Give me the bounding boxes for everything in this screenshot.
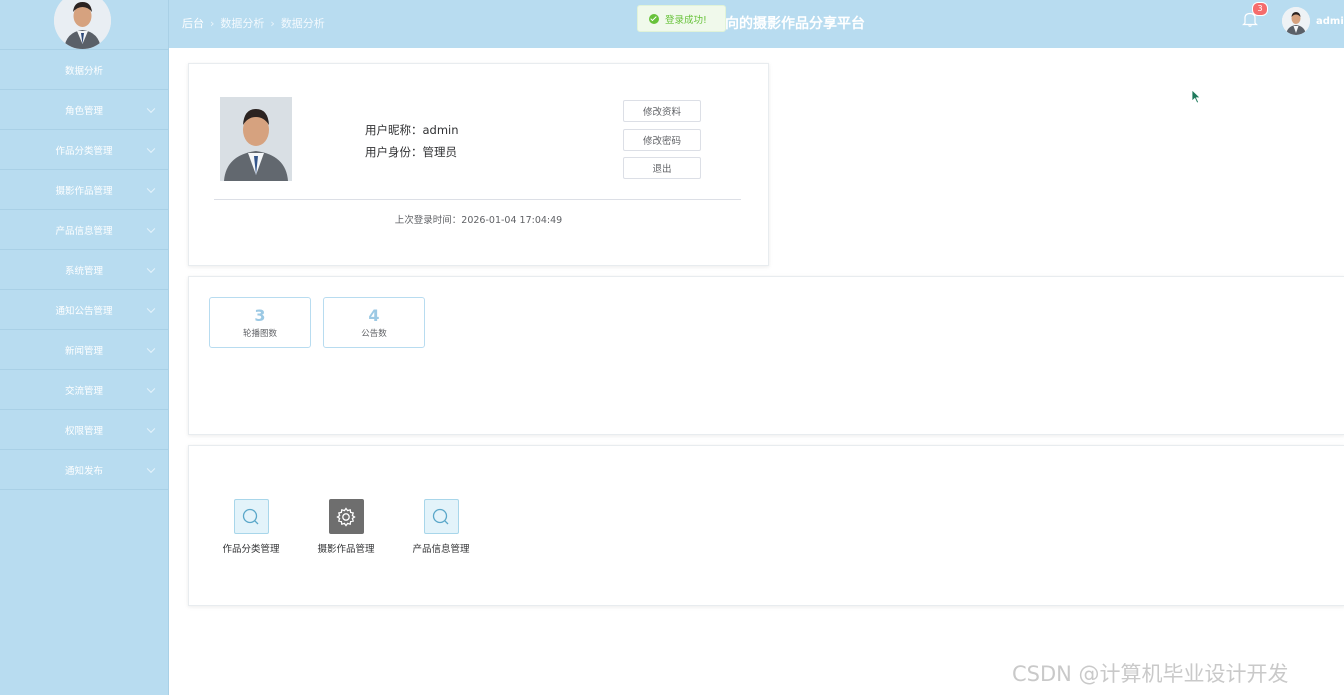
chevron-down-icon xyxy=(146,144,156,153)
quick-link-label: 作品分类管理 xyxy=(222,544,280,555)
quick-link-photo-works[interactable]: 摄影作品管理 xyxy=(306,499,386,555)
edit-profile-button[interactable]: 修改资料 xyxy=(623,100,701,122)
sidebar-item-data-analysis[interactable]: 数据分析 xyxy=(0,50,168,90)
username-label[interactable]: admi xyxy=(1316,16,1344,27)
sidebar-menu: 数据分析 角色管理 作品分类管理 摄影作品管理 产品信息管理 系统管理 通知公告… xyxy=(0,50,168,490)
change-password-button[interactable]: 修改密码 xyxy=(623,129,701,151)
divider xyxy=(214,199,741,200)
nickname-text: 用户昵称：admin xyxy=(365,123,459,137)
watermark: CSDN @计算机毕业设计开发 xyxy=(1012,662,1289,686)
chevron-down-icon xyxy=(146,184,156,193)
stat-label: 轮播图数 xyxy=(242,328,277,339)
chevron-down-icon xyxy=(146,104,156,113)
quick-links-card: 作品分类管理 摄影作品管理 产品信息管理 xyxy=(188,445,1344,606)
sidebar-item-label: 通知发布 xyxy=(64,465,103,477)
person-photo-icon xyxy=(1282,7,1310,35)
sidebar-item-photo-works[interactable]: 摄影作品管理 xyxy=(0,170,168,210)
breadcrumb-item-home[interactable]: 后台 xyxy=(182,15,204,31)
profile-card: 用户昵称：admin 用户身份：管理员 修改资料 修改密码 退出 上次登录时间：… xyxy=(188,63,769,266)
sidebar-item-label: 交流管理 xyxy=(64,385,103,397)
chevron-down-icon xyxy=(146,344,156,353)
search-icon xyxy=(233,499,269,534)
chevron-right-icon: › xyxy=(270,16,275,30)
toast-message: 登录成功! xyxy=(665,14,707,26)
top-header: 后台 › 数据分析 › 数据分析 向的摄影作品分享平台 3 admi xyxy=(169,0,1344,48)
logout-button[interactable]: 退出 xyxy=(623,157,701,179)
user-avatar[interactable] xyxy=(1282,7,1310,35)
quick-link-work-categories[interactable]: 作品分类管理 xyxy=(211,499,291,555)
sidebar-item-label: 摄影作品管理 xyxy=(55,185,113,197)
sidebar-item-roles[interactable]: 角色管理 xyxy=(0,90,168,130)
chevron-down-icon xyxy=(146,384,156,393)
mouse-cursor-icon xyxy=(1191,89,1201,108)
stat-value: 4 xyxy=(368,305,380,325)
sidebar-item-system[interactable]: 系统管理 xyxy=(0,250,168,290)
breadcrumb-item-current: 数据分析 xyxy=(280,17,325,30)
chevron-down-icon xyxy=(146,464,156,473)
sidebar-item-products[interactable]: 产品信息管理 xyxy=(0,210,168,250)
stats-card: 3 轮播图数 4 公告数 xyxy=(188,276,1344,435)
sidebar-avatar[interactable] xyxy=(54,0,111,49)
sidebar-item-exchange[interactable]: 交流管理 xyxy=(0,370,168,410)
success-toast: 登录成功! xyxy=(637,5,726,32)
quick-link-label: 产品信息管理 xyxy=(412,544,470,555)
gear-icon xyxy=(328,499,364,534)
notification-badge: 3 xyxy=(1252,2,1268,16)
sidebar-item-label: 作品分类管理 xyxy=(55,145,113,157)
role-text: 用户身份：管理员 xyxy=(365,145,457,159)
person-photo-icon xyxy=(220,97,292,181)
sidebar-item-label: 新闻管理 xyxy=(64,345,103,357)
sidebar: 数据分析 角色管理 作品分类管理 摄影作品管理 产品信息管理 系统管理 通知公告… xyxy=(0,0,169,695)
person-photo-icon xyxy=(54,0,111,49)
stat-notice-count[interactable]: 4 公告数 xyxy=(323,297,425,348)
quick-link-products[interactable]: 产品信息管理 xyxy=(401,499,481,555)
sidebar-item-news[interactable]: 新闻管理 xyxy=(0,330,168,370)
sidebar-header xyxy=(0,0,168,50)
site-title: 向的摄影作品分享平台 xyxy=(725,16,865,32)
stat-carousel-count[interactable]: 3 轮播图数 xyxy=(209,297,311,348)
sidebar-item-publish[interactable]: 通知发布 xyxy=(0,450,168,490)
profile-photo xyxy=(220,97,292,181)
breadcrumb-item[interactable]: 数据分析 xyxy=(220,15,264,31)
quick-link-label: 摄影作品管理 xyxy=(317,544,375,555)
last-login-text: 上次登录时间：2026-01-04 17:04:49 xyxy=(394,215,563,226)
breadcrumb: 后台 › 数据分析 › 数据分析 xyxy=(182,15,325,31)
chevron-down-icon xyxy=(146,224,156,233)
sidebar-item-label: 通知公告管理 xyxy=(55,305,113,317)
chevron-down-icon xyxy=(146,424,156,433)
check-circle-icon xyxy=(649,13,659,24)
sidebar-item-label: 系统管理 xyxy=(64,265,103,277)
sidebar-item-label: 角色管理 xyxy=(64,105,103,117)
sidebar-item-label: 产品信息管理 xyxy=(55,225,113,237)
sidebar-item-notices[interactable]: 通知公告管理 xyxy=(0,290,168,330)
chevron-down-icon xyxy=(146,264,156,273)
sidebar-item-label: 权限管理 xyxy=(64,425,103,437)
sidebar-item-permissions[interactable]: 权限管理 xyxy=(0,410,168,450)
chevron-right-icon: › xyxy=(210,16,215,30)
stat-value: 3 xyxy=(254,305,266,325)
search-icon xyxy=(423,499,459,534)
sidebar-item-label: 数据分析 xyxy=(64,65,103,77)
chevron-down-icon xyxy=(146,304,156,313)
sidebar-item-work-categories[interactable]: 作品分类管理 xyxy=(0,130,168,170)
stat-label: 公告数 xyxy=(361,328,387,339)
